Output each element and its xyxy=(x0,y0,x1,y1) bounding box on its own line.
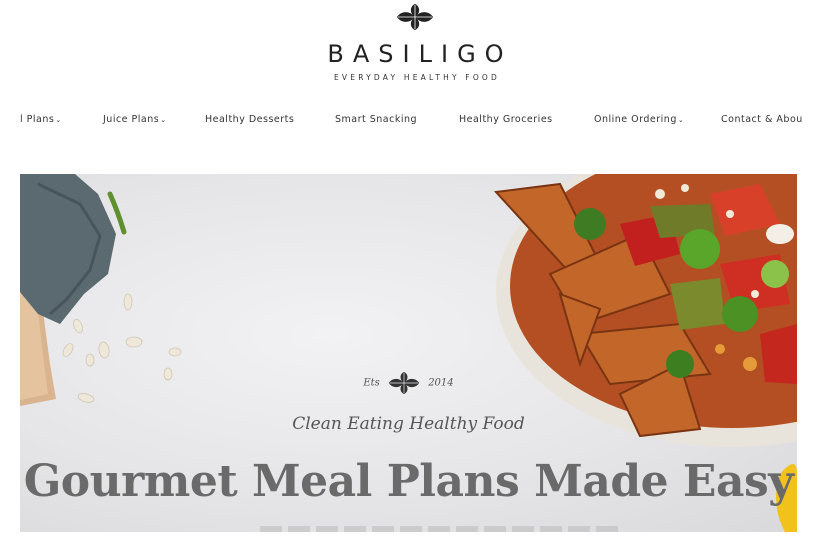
nav-item-label: Smart Snacking xyxy=(335,114,418,125)
brand-tagline: EVERYDAY HEALTHY FOOD xyxy=(333,73,500,82)
site-logo[interactable]: BASILIGO EVERYDAY HEALTHY FOOD xyxy=(0,4,830,82)
nav-item-online-ordering[interactable]: Online Ordering⌄ xyxy=(594,114,684,125)
nav-item-label: Healthy Groceries xyxy=(459,114,553,125)
chevron-down-icon: ⌄ xyxy=(55,116,62,124)
nav-item-healthy-groceries[interactable]: Healthy Groceries xyxy=(459,114,553,125)
nav-item-label: Contact & Abou xyxy=(721,114,803,125)
hero-subtext-partial xyxy=(260,526,620,532)
established-year: 2014 xyxy=(428,377,454,389)
nav-item-label: Online Ordering xyxy=(594,114,677,125)
nav-item-label: Healthy Desserts xyxy=(205,114,295,125)
chevron-down-icon: ⌄ xyxy=(677,116,685,124)
nav-item-juice-plans[interactable]: Juice Plans⌄ xyxy=(103,114,167,125)
nav-item-label: Juice Plans xyxy=(103,114,160,125)
basil-leaves-icon xyxy=(397,4,433,30)
hero-banner: Ets 2014 Clean Eating Healthy Food Gourm… xyxy=(20,174,797,532)
chevron-down-icon: ⌄ xyxy=(160,116,167,124)
nav-item-healthy-desserts[interactable]: Healthy Desserts xyxy=(205,114,294,125)
main-navigation: l Plans⌄ Juice Plans⌄ Healthy Desserts S… xyxy=(0,114,830,130)
nav-item-smart-snacking[interactable]: Smart Snacking xyxy=(335,114,417,125)
established-prefix: Ets xyxy=(363,377,380,389)
nav-item-contact-about[interactable]: Contact & Abou xyxy=(721,114,803,125)
established-line: Ets 2014 xyxy=(20,372,797,394)
nav-item-meal-plans[interactable]: l Plans⌄ xyxy=(20,114,62,125)
hero-script-subtitle: Clean Eating Healthy Food xyxy=(292,414,525,434)
brand-name: BASILIGO xyxy=(327,40,513,68)
basil-leaves-icon xyxy=(388,372,420,394)
hero-headline: Gourmet Meal Plans Made Easy xyxy=(23,456,794,507)
nav-item-label: l Plans xyxy=(20,114,55,125)
